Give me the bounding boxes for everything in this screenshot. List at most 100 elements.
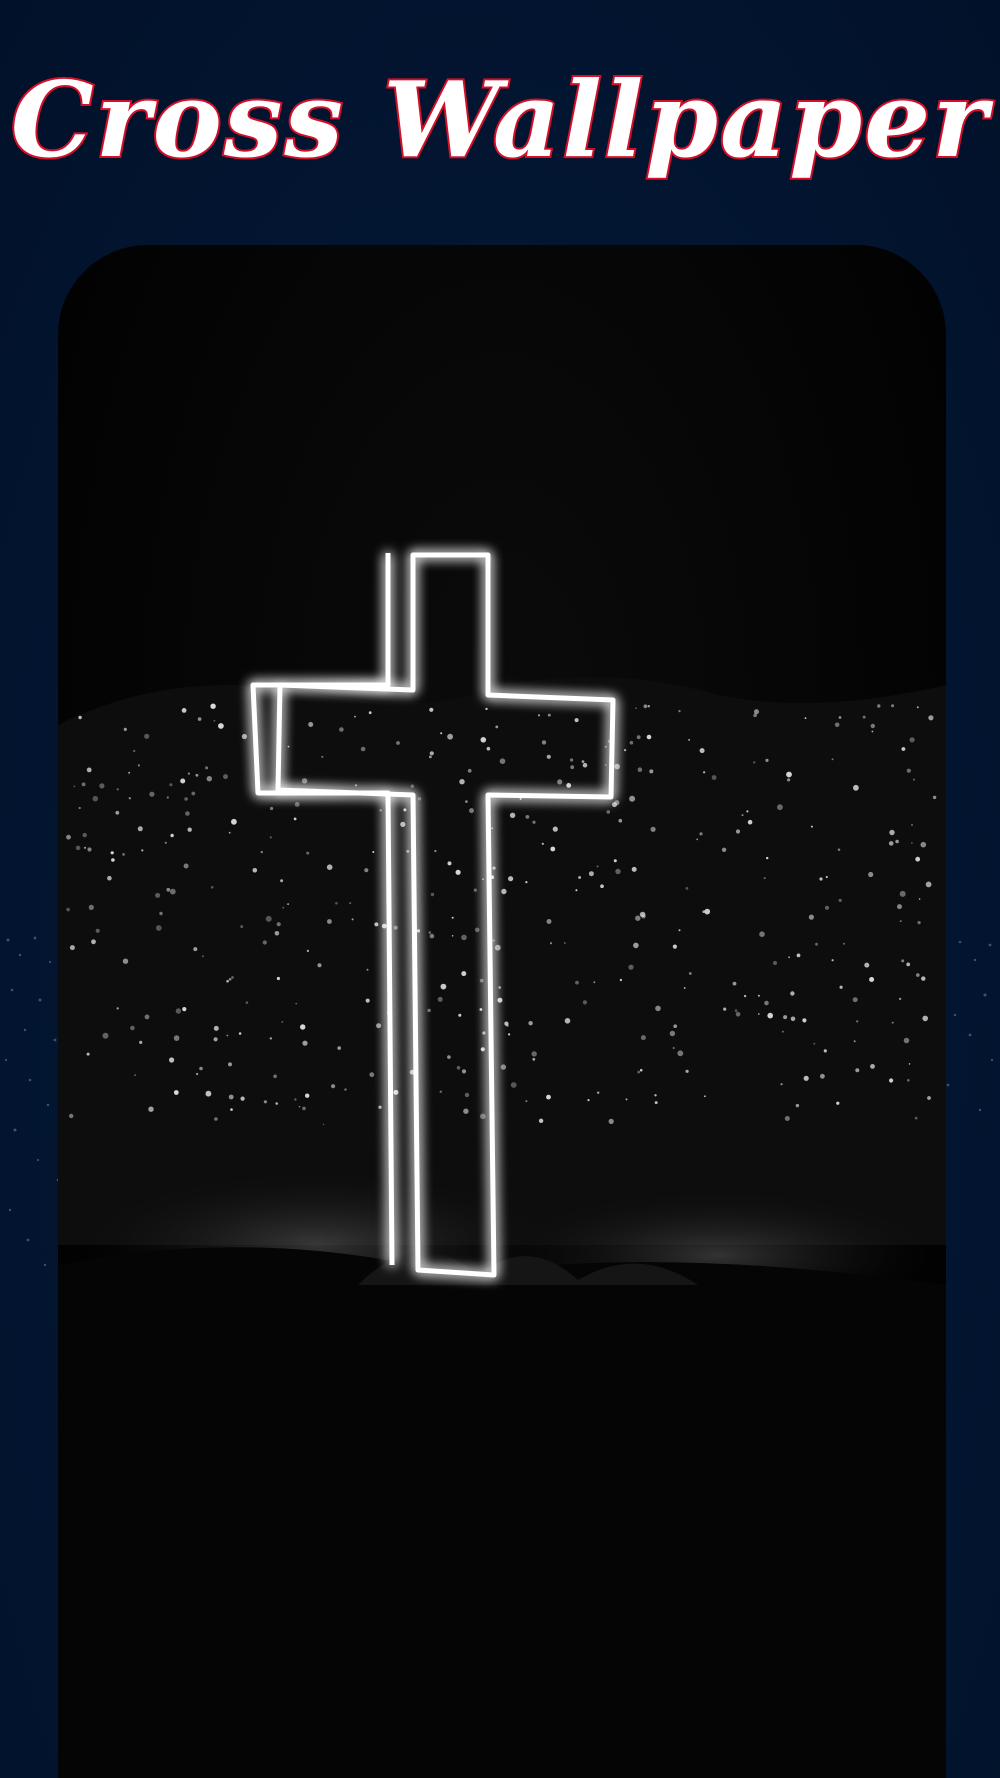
city-light [354, 715, 356, 718]
city-light [501, 888, 507, 895]
city-light [600, 884, 604, 888]
city-light [366, 968, 369, 971]
city-light [788, 956, 790, 959]
city-light [784, 1116, 790, 1121]
city-light [824, 905, 830, 910]
city-light [141, 849, 144, 852]
city-light [891, 704, 895, 708]
city-light [485, 707, 488, 711]
city-light [183, 863, 189, 869]
city-light [908, 1063, 911, 1065]
wallpaper-preview[interactable] [58, 245, 946, 1778]
city-light [810, 825, 813, 828]
city-light [618, 818, 623, 823]
city-light [170, 833, 174, 838]
city-light [575, 889, 578, 892]
city-light [897, 904, 902, 910]
app-screen: Cross Wallpaper [0, 0, 1000, 1778]
city-light [480, 737, 487, 743]
city-light [230, 1108, 233, 1111]
city-light [287, 903, 290, 906]
city-light [86, 767, 92, 773]
city-light [300, 1024, 306, 1030]
city-light [578, 876, 581, 879]
city-light [564, 942, 566, 944]
city-light [925, 881, 932, 888]
city-light [301, 778, 308, 784]
city-light [619, 978, 623, 982]
city-light [92, 795, 99, 802]
city-light [123, 727, 127, 731]
city-light [149, 791, 155, 797]
city-light [721, 847, 727, 852]
city-light [510, 1082, 517, 1088]
city-light [364, 868, 369, 873]
city-light [732, 981, 737, 986]
city-light [305, 1093, 310, 1098]
city-light [276, 922, 281, 927]
city-light [525, 881, 528, 884]
city-light [765, 758, 769, 763]
city-light [528, 1021, 533, 1026]
city-light [241, 733, 247, 740]
city-light [78, 715, 82, 720]
city-light [306, 851, 310, 855]
city-light [295, 1002, 298, 1005]
city-light [213, 719, 216, 722]
city-light [169, 1057, 175, 1063]
city-light [672, 1047, 675, 1049]
city-light [862, 715, 866, 719]
city-light [187, 772, 190, 775]
city-light [790, 1016, 796, 1022]
city-light [252, 868, 258, 873]
city-light [228, 978, 232, 981]
city-light [437, 996, 443, 1002]
city-light [566, 783, 572, 788]
city-light [479, 978, 484, 983]
city-light [231, 976, 234, 979]
city-light [144, 1014, 150, 1020]
city-light [482, 878, 484, 880]
city-light [683, 987, 686, 989]
city-light [274, 931, 280, 936]
city-light [909, 737, 915, 743]
city-light [699, 748, 705, 754]
city-light [608, 1118, 614, 1124]
city-light [764, 1000, 769, 1006]
city-light [439, 1090, 442, 1093]
city-light [482, 1031, 486, 1035]
city-light [196, 1072, 199, 1076]
city-light [780, 1083, 783, 1086]
city-light [393, 925, 398, 930]
city-light [465, 800, 468, 803]
city-light [269, 1037, 272, 1040]
city-light [672, 944, 678, 949]
city-light [831, 959, 834, 962]
city-light [647, 705, 650, 708]
cross-image [58, 245, 946, 1778]
city-light [604, 745, 607, 748]
city-light [747, 819, 753, 825]
city-light [819, 877, 823, 881]
city-light [205, 1090, 212, 1097]
city-light [628, 964, 634, 970]
city-light [99, 783, 105, 789]
city-light [331, 1084, 336, 1089]
city-light [317, 963, 322, 968]
city-light [410, 784, 414, 788]
city-light [427, 1008, 431, 1013]
city-light [473, 888, 477, 892]
city-light [86, 1052, 90, 1056]
city-light [783, 1015, 788, 1020]
city-light [853, 784, 859, 791]
city-light [87, 847, 92, 852]
city-light [853, 1040, 856, 1043]
city-light [877, 704, 881, 708]
city-light [116, 1007, 119, 1010]
city-light [245, 1001, 249, 1004]
city-light [205, 766, 209, 770]
city-light [486, 746, 491, 751]
city-light [180, 778, 186, 784]
city-light [870, 1064, 875, 1069]
city-light [831, 758, 834, 761]
